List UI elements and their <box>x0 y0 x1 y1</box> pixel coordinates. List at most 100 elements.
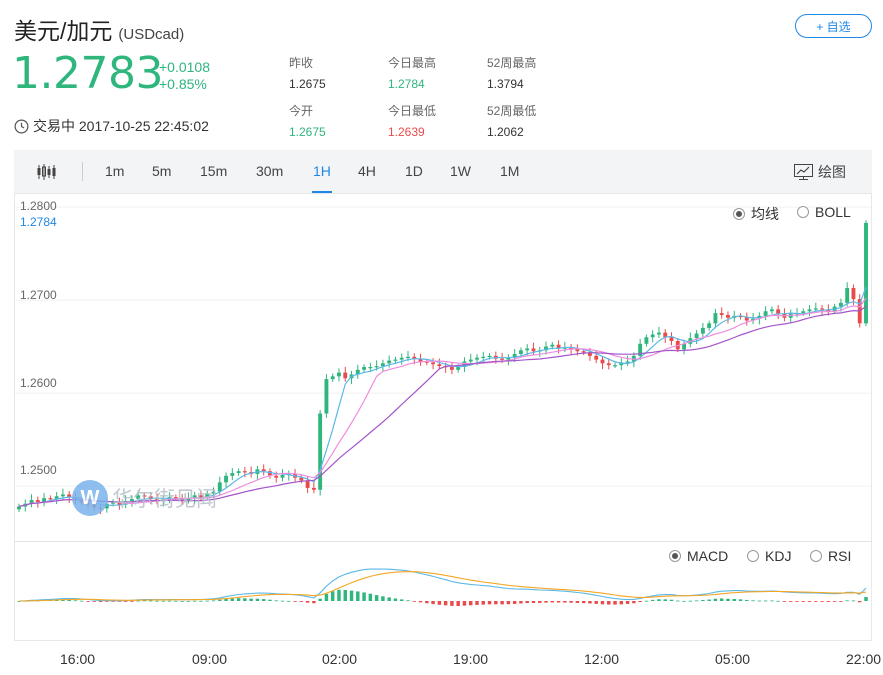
macd-histogram-bar <box>707 599 711 601</box>
macd-histogram-bar <box>418 601 423 603</box>
candle-body <box>337 372 341 377</box>
macd-histogram-bar <box>512 601 517 604</box>
candle-body <box>17 506 21 510</box>
macd-histogram-bar <box>67 599 71 601</box>
macd-dea-line <box>19 571 867 602</box>
macd-histogram-bar <box>638 601 642 602</box>
candle-body <box>487 355 492 358</box>
x-tick: 16:00 <box>60 651 96 667</box>
watermark: W 华尔街见闻 <box>72 480 217 516</box>
macd-histogram-bar <box>73 600 78 602</box>
overlay-ma-radio[interactable]: 均线 <box>733 204 779 224</box>
watermark-logo-icon: W <box>72 480 108 516</box>
candle-body <box>713 313 718 324</box>
macd-histogram-bar <box>701 599 705 601</box>
candle-body <box>807 309 812 312</box>
macd-histogram-bar <box>839 601 843 602</box>
macd-histogram-bar <box>274 600 278 602</box>
candle-body <box>261 469 266 472</box>
candle-body <box>769 309 774 312</box>
macd-histogram-bar <box>462 601 467 606</box>
candle-body <box>343 372 348 379</box>
radio-unselected-icon <box>797 206 809 218</box>
candle-body <box>330 376 335 380</box>
macd-histogram-bar <box>431 601 435 605</box>
candle-body <box>431 362 436 365</box>
price-chart[interactable] <box>0 0 883 675</box>
candle-body <box>820 308 825 310</box>
macd-histogram-bar <box>788 601 793 602</box>
macd-histogram-bar <box>858 601 862 603</box>
macd-histogram-bar <box>807 601 812 602</box>
macd-histogram-bar <box>625 601 630 604</box>
overlay-boll-label: BOLL <box>815 204 851 220</box>
candle-body <box>449 367 454 370</box>
candle-body <box>581 351 586 353</box>
indicator-rsi-radio[interactable]: RSI <box>810 548 851 564</box>
macd-histogram-bar <box>149 600 153 602</box>
macd-histogram-bar <box>337 589 341 601</box>
x-tick: 22:00 <box>846 651 882 667</box>
macd-histogram-bar <box>330 591 335 601</box>
macd-histogram-bar <box>738 599 743 601</box>
macd-histogram-bar <box>575 601 580 603</box>
macd-histogram-bar <box>268 599 272 601</box>
macd-histogram-bar <box>820 601 824 602</box>
macd-histogram-bar <box>362 592 366 601</box>
macd-histogram-bar <box>613 601 617 605</box>
candle-body <box>242 471 247 473</box>
macd-histogram-bar <box>92 601 97 602</box>
macd-histogram-bar <box>544 601 548 603</box>
candle-body <box>35 500 40 502</box>
macd-histogram-bar <box>851 600 856 602</box>
indicator-kdj-radio[interactable]: KDJ <box>747 548 791 564</box>
candle-body <box>374 366 379 368</box>
macd-histogram-bar <box>770 600 774 602</box>
macd-histogram-bar <box>205 600 209 602</box>
candle-body <box>274 475 279 478</box>
indicator-macd-radio[interactable]: MACD <box>669 548 728 564</box>
macd-histogram-bar <box>387 597 391 601</box>
macd-histogram-bar <box>230 598 235 601</box>
candle-body <box>851 287 856 300</box>
macd-histogram-bar <box>726 598 730 601</box>
macd-histogram-bar <box>795 601 799 602</box>
macd-histogram-bar <box>192 600 197 602</box>
macd-histogram-bar <box>801 601 805 602</box>
macd-histogram-bar <box>713 598 718 601</box>
candle-body <box>525 348 530 351</box>
ma-mid-line <box>18 297 867 508</box>
candle-body <box>305 480 310 488</box>
candle-body <box>600 359 605 364</box>
macd-histogram-bar <box>475 601 479 605</box>
macd-histogram-bar <box>167 600 172 602</box>
macd-histogram-bar <box>155 600 159 602</box>
candle-body <box>845 287 850 303</box>
macd-histogram-bar <box>688 600 693 602</box>
candle-body <box>719 313 724 315</box>
macd-histogram-bar <box>280 600 285 602</box>
macd-histogram-bar <box>199 600 203 602</box>
candle-body <box>838 302 843 307</box>
macd-histogram-bar <box>814 601 818 602</box>
overlay-boll-radio[interactable]: BOLL <box>797 204 851 220</box>
macd-histogram-bar <box>669 599 674 601</box>
macd-histogram-bar <box>657 599 661 601</box>
macd-histogram-bar <box>487 601 492 605</box>
macd-histogram-bar <box>826 601 831 602</box>
macd-histogram-bar <box>412 601 416 602</box>
x-tick: 12:00 <box>584 651 620 667</box>
macd-histogram-bar <box>550 601 555 603</box>
macd-dif-line <box>18 568 867 602</box>
macd-histogram-bar <box>437 601 442 605</box>
macd-histogram-bar <box>619 601 624 605</box>
macd-histogram-bar <box>293 601 297 602</box>
x-tick: 19:00 <box>453 651 489 667</box>
macd-histogram-bar <box>694 600 699 602</box>
macd-histogram-bar <box>594 601 598 604</box>
macd-histogram-bar <box>86 601 90 602</box>
macd-histogram-bar <box>425 601 429 604</box>
candle-body <box>387 360 392 364</box>
macd-histogram-bar <box>864 596 868 601</box>
macd-histogram-bar <box>845 600 849 602</box>
